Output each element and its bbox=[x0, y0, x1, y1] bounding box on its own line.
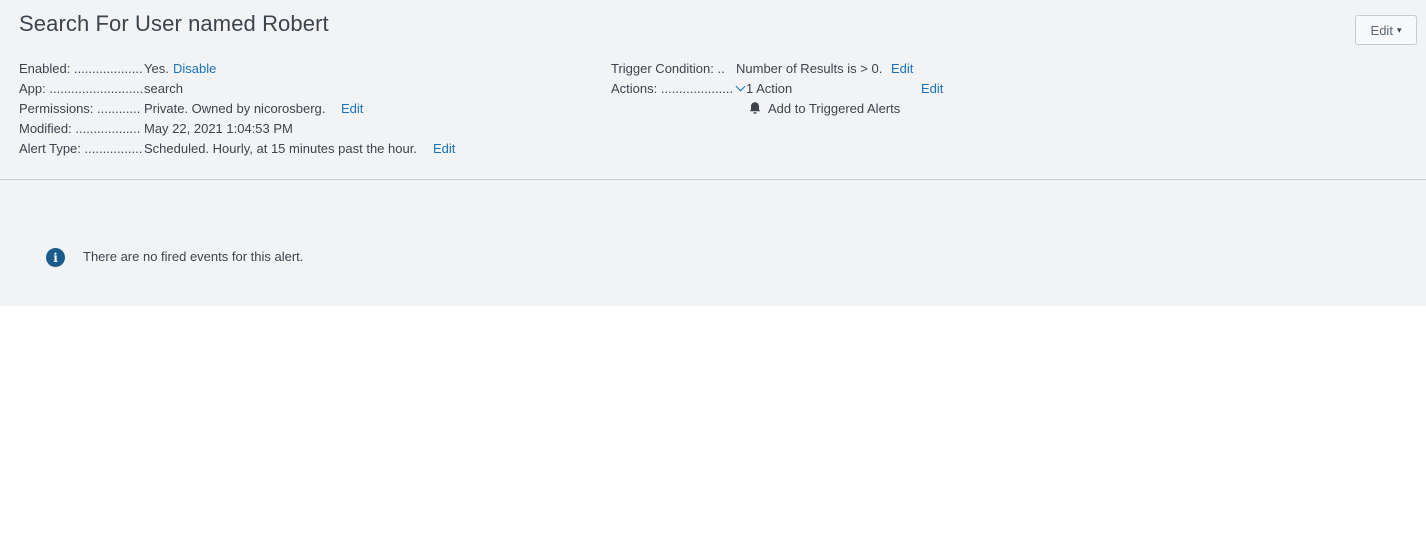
app-value: search bbox=[144, 81, 184, 96]
detail-row-permissions: Permissions: ............ Private. Owned… bbox=[19, 101, 363, 117]
page-title: Search For User named Robert bbox=[19, 11, 329, 36]
permissions-edit-link[interactable]: Edit bbox=[341, 101, 363, 117]
edit-button-label: Edit bbox=[1370, 22, 1393, 38]
action-item: Add to Triggered Alerts bbox=[748, 101, 900, 117]
action-item-label: Add to Triggered Alerts bbox=[768, 101, 901, 116]
permissions-value: Private. Owned by nicorosberg. bbox=[144, 101, 326, 116]
alert-type-label: Alert Type: ................ bbox=[19, 141, 143, 156]
fired-events-panel bbox=[0, 180, 1426, 306]
modified-value: May 22, 2021 1:04:53 PM bbox=[144, 121, 293, 136]
modified-label: Modified: .................. bbox=[19, 121, 141, 136]
actions-count: 1 Action bbox=[746, 81, 793, 96]
detail-row-actions: Actions: .................... 1 Action E… bbox=[611, 81, 943, 97]
detail-row-app: App: .......................... search bbox=[19, 81, 183, 97]
caret-down-icon: ▾ bbox=[1396, 24, 1402, 35]
chevron-down-icon bbox=[735, 81, 746, 92]
actions-edit-link[interactable]: Edit bbox=[921, 81, 943, 97]
edit-dropdown-button[interactable]: Edit ▾ bbox=[1355, 15, 1417, 45]
trigger-condition-edit-link[interactable]: Edit bbox=[891, 61, 913, 77]
detail-row-trigger-condition: Trigger Condition: .. Number of Results … bbox=[611, 61, 913, 77]
enabled-label: Enabled: ................... bbox=[19, 61, 143, 76]
no-events-message: There are no fired events for this alert… bbox=[83, 249, 304, 264]
permissions-label: Permissions: ............ bbox=[19, 101, 141, 116]
bell-icon bbox=[749, 102, 761, 114]
app-label: App: .......................... bbox=[19, 81, 144, 96]
enabled-value: Yes. bbox=[144, 61, 169, 76]
actions-toggle[interactable]: 1 Action bbox=[735, 81, 793, 97]
trigger-condition-label: Trigger Condition: .. bbox=[611, 61, 725, 76]
info-icon: i bbox=[46, 248, 65, 267]
detail-row-enabled: Enabled: ................... Yes. Disabl… bbox=[19, 61, 216, 77]
alert-type-edit-link[interactable]: Edit bbox=[433, 141, 455, 157]
actions-label: Actions: .................... bbox=[611, 81, 734, 96]
disable-link[interactable]: Disable bbox=[173, 61, 216, 77]
detail-row-modified: Modified: .................. May 22, 202… bbox=[19, 121, 293, 137]
trigger-condition-value: Number of Results is > 0. bbox=[736, 61, 883, 76]
alert-type-value: Scheduled. Hourly, at 15 minutes past th… bbox=[144, 141, 417, 156]
detail-row-alert-type: Alert Type: ................ Scheduled. … bbox=[19, 141, 455, 157]
